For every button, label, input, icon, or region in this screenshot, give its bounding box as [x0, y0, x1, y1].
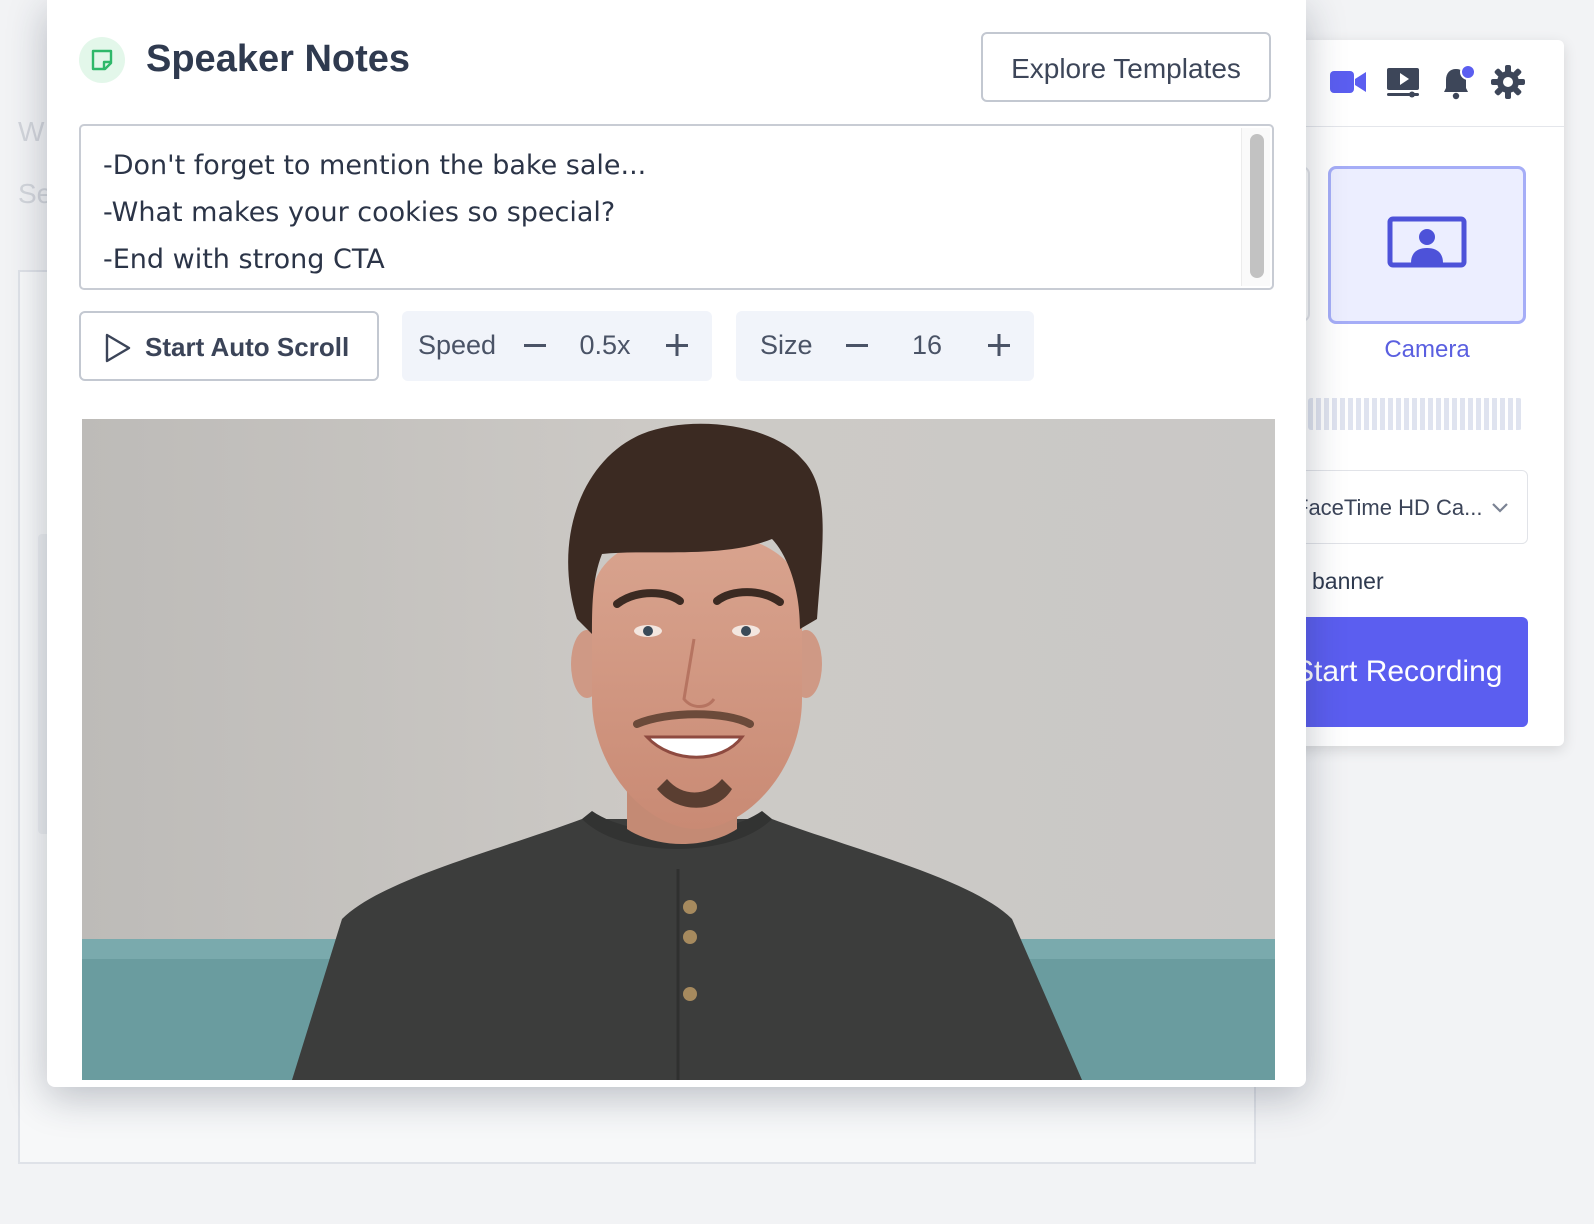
play-icon [105, 333, 131, 363]
camera-source-label: Camera [1384, 336, 1470, 363]
notification-bell-icon[interactable] [1438, 62, 1478, 102]
screen-share-icon[interactable] [1384, 62, 1424, 102]
speaker-notes-textarea[interactable]: -Don't forget to mention the bake sale..… [79, 124, 1274, 290]
camera-person-icon [1387, 216, 1467, 268]
notes-scrollbar-thumb[interactable] [1250, 134, 1264, 278]
chevron-down-icon [1492, 503, 1508, 513]
camera-preview-person [82, 419, 1275, 1080]
notes-line: -Don't forget to mention the bake sale..… [103, 150, 647, 181]
start-auto-scroll-label: Start Auto Scroll [145, 332, 350, 362]
camera-device-value: FaceTime HD Ca... [1295, 495, 1483, 520]
modal-title: Speaker Notes [146, 38, 411, 80]
source-tile-camera[interactable] [1328, 166, 1526, 324]
size-increase-plus-icon[interactable] [986, 332, 1012, 358]
notes-line: -What makes your cookies so special? [103, 197, 616, 228]
speed-label: Speed [418, 330, 497, 360]
settings-gear-icon[interactable] [1488, 62, 1528, 102]
notes-line: -End with strong CTA [103, 244, 385, 275]
speed-increase-plus-icon[interactable] [664, 332, 690, 358]
banner-label: banner [1312, 568, 1384, 594]
background-heading: W [18, 116, 45, 147]
size-control: Size 16 [736, 311, 1034, 381]
start-auto-scroll-button[interactable]: Start Auto Scroll [79, 311, 379, 381]
start-recording-label: Start Recording [1294, 655, 1503, 688]
speed-value: 0.5x [579, 330, 631, 360]
speaker-notes-modal: Speaker Notes Explore Templates -Don't f… [47, 0, 1306, 1087]
speed-decrease-minus-icon[interactable] [522, 332, 548, 358]
size-label: Size [760, 330, 813, 360]
audio-level-meter [1308, 398, 1522, 430]
video-camera-icon[interactable] [1328, 62, 1368, 102]
camera-preview [82, 419, 1275, 1080]
speed-control: Speed 0.5x [402, 311, 712, 381]
explore-templates-button[interactable]: Explore Templates [981, 32, 1271, 102]
notes-scrollbar[interactable] [1241, 128, 1270, 286]
size-decrease-minus-icon[interactable] [844, 332, 870, 358]
size-value: 16 [911, 330, 943, 360]
sticky-note-icon [79, 37, 125, 83]
